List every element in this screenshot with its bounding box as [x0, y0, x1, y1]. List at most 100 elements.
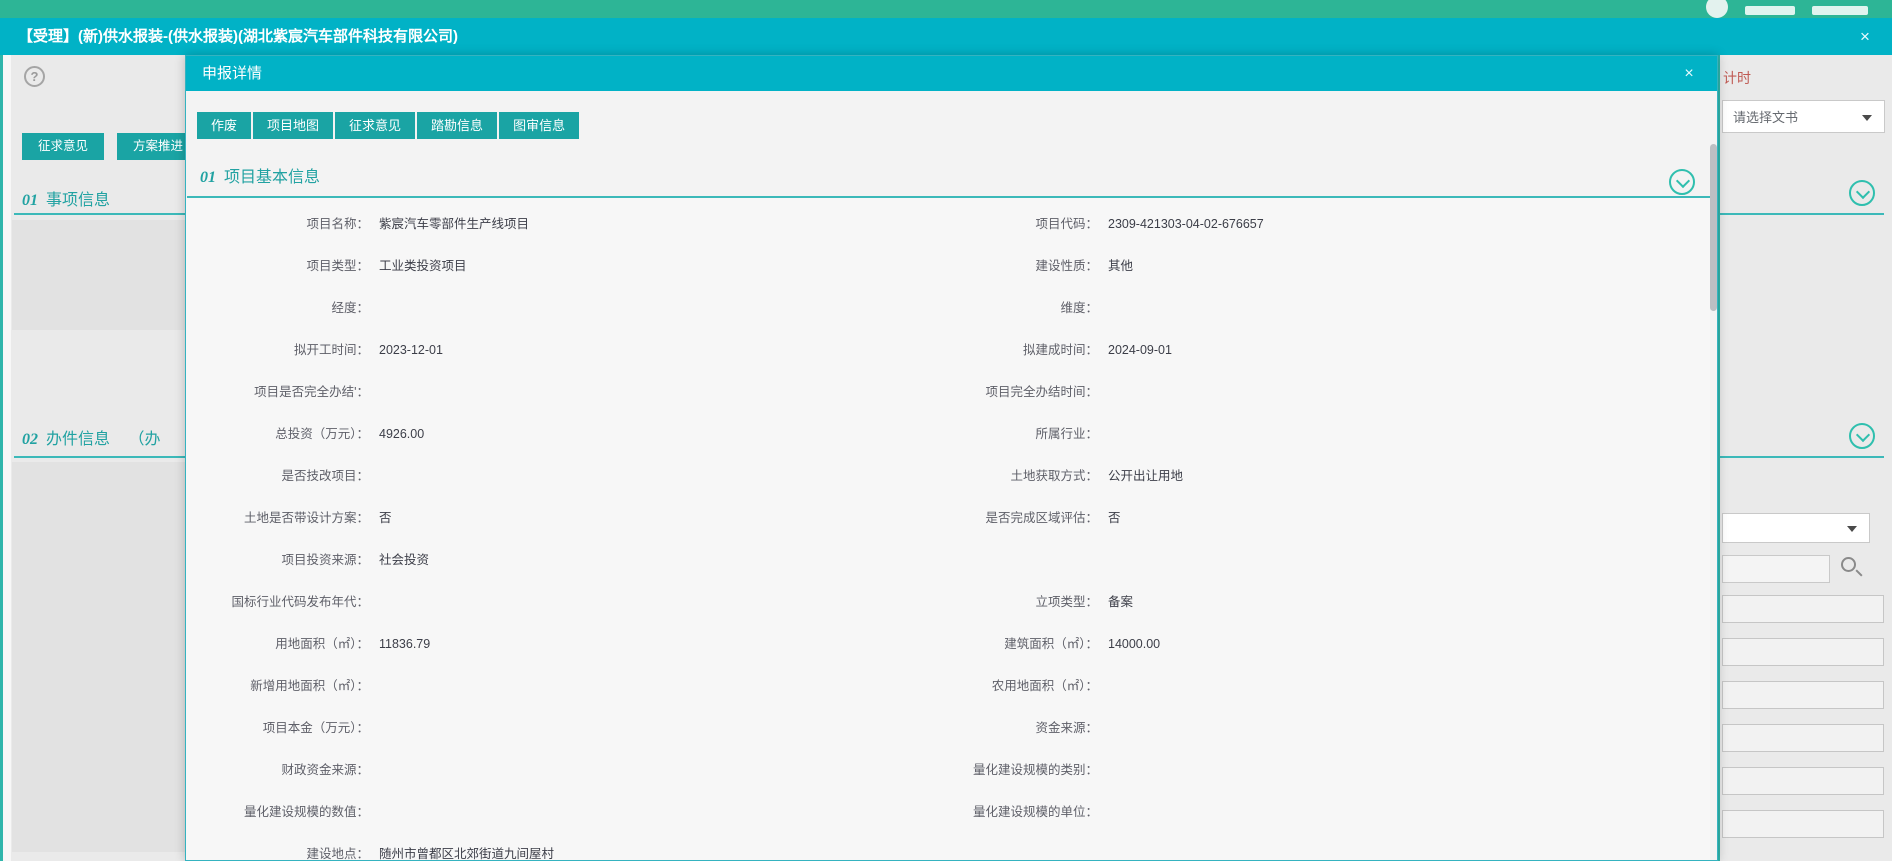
modal-tab-0[interactable]: 作废 — [197, 112, 251, 139]
form-row: 量化建设规模的数值： 量化建设规模的单位： — [186, 791, 1710, 833]
field-label: 量化建设规模的类别： — [876, 749, 1098, 791]
side-input-5[interactable] — [1722, 810, 1884, 838]
window-close-button[interactable]: × — [1850, 18, 1880, 55]
section-label: 办件信息 — [46, 431, 110, 448]
right-panel-border — [1718, 55, 1720, 861]
help-icon[interactable]: ? — [24, 66, 45, 87]
chevron-down-icon[interactable] — [1849, 423, 1875, 449]
field-label: 量化建设规模的单位： — [876, 791, 1098, 833]
field-label: 项目类型： — [186, 245, 369, 287]
field-value: 其他 — [1108, 245, 1133, 287]
field-label: 是否技改项目： — [186, 455, 369, 497]
page-button-0[interactable]: 征求意见 — [22, 133, 104, 160]
field-label: 资金来源： — [876, 707, 1098, 749]
window-title-bar: 【受理】(新)供水报装-(供水报装)(湖北紫宸汽车部件科技有限公司) × — [0, 18, 1892, 55]
bg-section-title-case-info: 02 办件信息 （办 — [22, 425, 160, 449]
modal-section-title: 01 项目基本信息 — [200, 163, 320, 187]
form-row: 财政资金来源： 量化建设规模的类别： — [186, 749, 1710, 791]
section-number: 01 — [200, 169, 216, 186]
form-row: 国标行业代码发布年代： 立项类型：备案 — [186, 581, 1710, 623]
field-label: 建设性质： — [876, 245, 1098, 287]
field-label: 是否完成区域评估： — [876, 497, 1098, 539]
section-label: 事项信息 — [46, 192, 110, 209]
field-value: 4926.00 — [379, 413, 424, 455]
modal-tab-3[interactable]: 踏勘信息 — [417, 112, 497, 139]
field-label: 国标行业代码发布年代： — [186, 581, 369, 623]
timer-label: 计时 — [1723, 68, 1751, 88]
field-label: 项目投资来源： — [186, 539, 369, 581]
field-value: 备案 — [1108, 581, 1133, 623]
field-label: 量化建设规模的数值： — [186, 791, 369, 833]
section-number: 02 — [22, 431, 38, 448]
window-title: 【受理】(新)供水报装-(供水报装)(湖北紫宸汽车部件科技有限公司) — [18, 28, 458, 45]
field-label: 立项类型： — [876, 581, 1098, 623]
side-input-2[interactable] — [1722, 681, 1884, 709]
caret-down-icon — [1847, 526, 1857, 532]
field-label: 总投资（万元）： — [186, 413, 369, 455]
modal-title: 申报详情 — [202, 65, 262, 82]
chevron-down-icon[interactable] — [1849, 180, 1875, 206]
side-dropdown[interactable] — [1722, 513, 1870, 543]
page-left-gutter — [3, 55, 11, 861]
application-window: ? 征求意见方案推进 01事项信息 02办件信息 （办 计时 请选择文书 【受理… — [0, 0, 1892, 861]
field-value: 工业类投资项目 — [379, 245, 467, 287]
form-row: 项目类型：工业类投资项目 建设性质：其他 — [186, 245, 1710, 287]
field-value: 14000.00 — [1108, 623, 1160, 665]
field-label: 经度： — [186, 287, 369, 329]
modal-tab-1[interactable]: 项目地图 — [253, 112, 333, 139]
collapse-section-icon[interactable] — [1669, 169, 1695, 195]
field-value: 社会投资 — [379, 539, 429, 581]
user-greeting-text — [1812, 6, 1868, 15]
user-avatar[interactable] — [1706, 0, 1728, 18]
section-label: 项目基本信息 — [224, 169, 320, 186]
field-value: 否 — [379, 497, 392, 539]
case-info-panel — [12, 462, 185, 852]
user-name-text — [1745, 6, 1795, 15]
side-input-1[interactable] — [1722, 638, 1884, 666]
field-value: 2023-12-01 — [379, 329, 443, 371]
modal-scrollbar-thumb[interactable] — [1710, 144, 1717, 311]
top-user-strip — [0, 0, 1892, 18]
form-row: 用地面积（㎡）：11836.79 建筑面积（㎡）：14000.00 — [186, 623, 1710, 665]
field-label: 项目是否完全办结'： — [186, 371, 369, 413]
field-label: 新增用地面积（㎡）： — [186, 665, 369, 707]
field-label: 项目名称： — [186, 203, 369, 245]
section-number: 01 — [22, 192, 38, 209]
form-row: 新增用地面积（㎡）： 农用地面积（㎡）： — [186, 665, 1710, 707]
field-label: 土地获取方式： — [876, 455, 1098, 497]
form-row: 土地是否带设计方案：否是否完成区域评估：否 — [186, 497, 1710, 539]
field-label: 农用地面积（㎡）： — [876, 665, 1098, 707]
document-select[interactable]: 请选择文书 — [1722, 100, 1885, 133]
field-label: 所属行业： — [876, 413, 1098, 455]
modal-close-button[interactable]: × — [1677, 56, 1701, 91]
field-label: 拟建成时间： — [876, 329, 1098, 371]
field-value: 否 — [1108, 497, 1121, 539]
field-value: 2309-421303-04-02-676657 — [1108, 203, 1264, 245]
field-label: 项目本金（万元）： — [186, 707, 369, 749]
field-label: 拟开工时间： — [186, 329, 369, 371]
form-row: 项目本金（万元）： 资金来源： — [186, 707, 1710, 749]
form-row: 建设地点：随州市曾都区北郊街道九间屋村 — [186, 833, 1710, 861]
search-icon[interactable] — [1841, 557, 1856, 572]
field-label: 用地面积（㎡）： — [186, 623, 369, 665]
field-label: 土地是否带设计方案： — [186, 497, 369, 539]
bg-section-title-matter-info: 01 事项信息 — [22, 186, 110, 210]
modal-tab-2[interactable]: 征求意见 — [335, 112, 415, 139]
field-value: 11836.79 — [379, 623, 430, 665]
field-label: 建筑面积（㎡）： — [876, 623, 1098, 665]
section-label-suffix: （办 — [128, 431, 160, 448]
search-input[interactable] — [1722, 555, 1830, 583]
side-input-0[interactable] — [1722, 595, 1884, 623]
field-value: 2024-09-01 — [1108, 329, 1172, 371]
side-input-3[interactable] — [1722, 724, 1884, 752]
side-input-4[interactable] — [1722, 767, 1884, 795]
form-row: 总投资（万元）：4926.00 所属行业： — [186, 413, 1710, 455]
form-row: 项目投资来源：社会投资 — [186, 539, 1710, 581]
field-label: 财政资金来源： — [186, 749, 369, 791]
modal-header: 申报详情 × — [186, 56, 1717, 91]
matter-info-panel — [12, 220, 185, 330]
declaration-detail-modal: 申报详情 × 作废项目地图征求意见踏勘信息图审信息 01 项目基本信息 项目名称：… — [185, 55, 1718, 861]
field-label: 建设地点： — [186, 833, 369, 861]
form-row: 项目名称：紫宸汽车零部件生产线项目项目代码：2309-421303-04-02-… — [186, 203, 1710, 245]
modal-tab-4[interactable]: 图审信息 — [499, 112, 579, 139]
